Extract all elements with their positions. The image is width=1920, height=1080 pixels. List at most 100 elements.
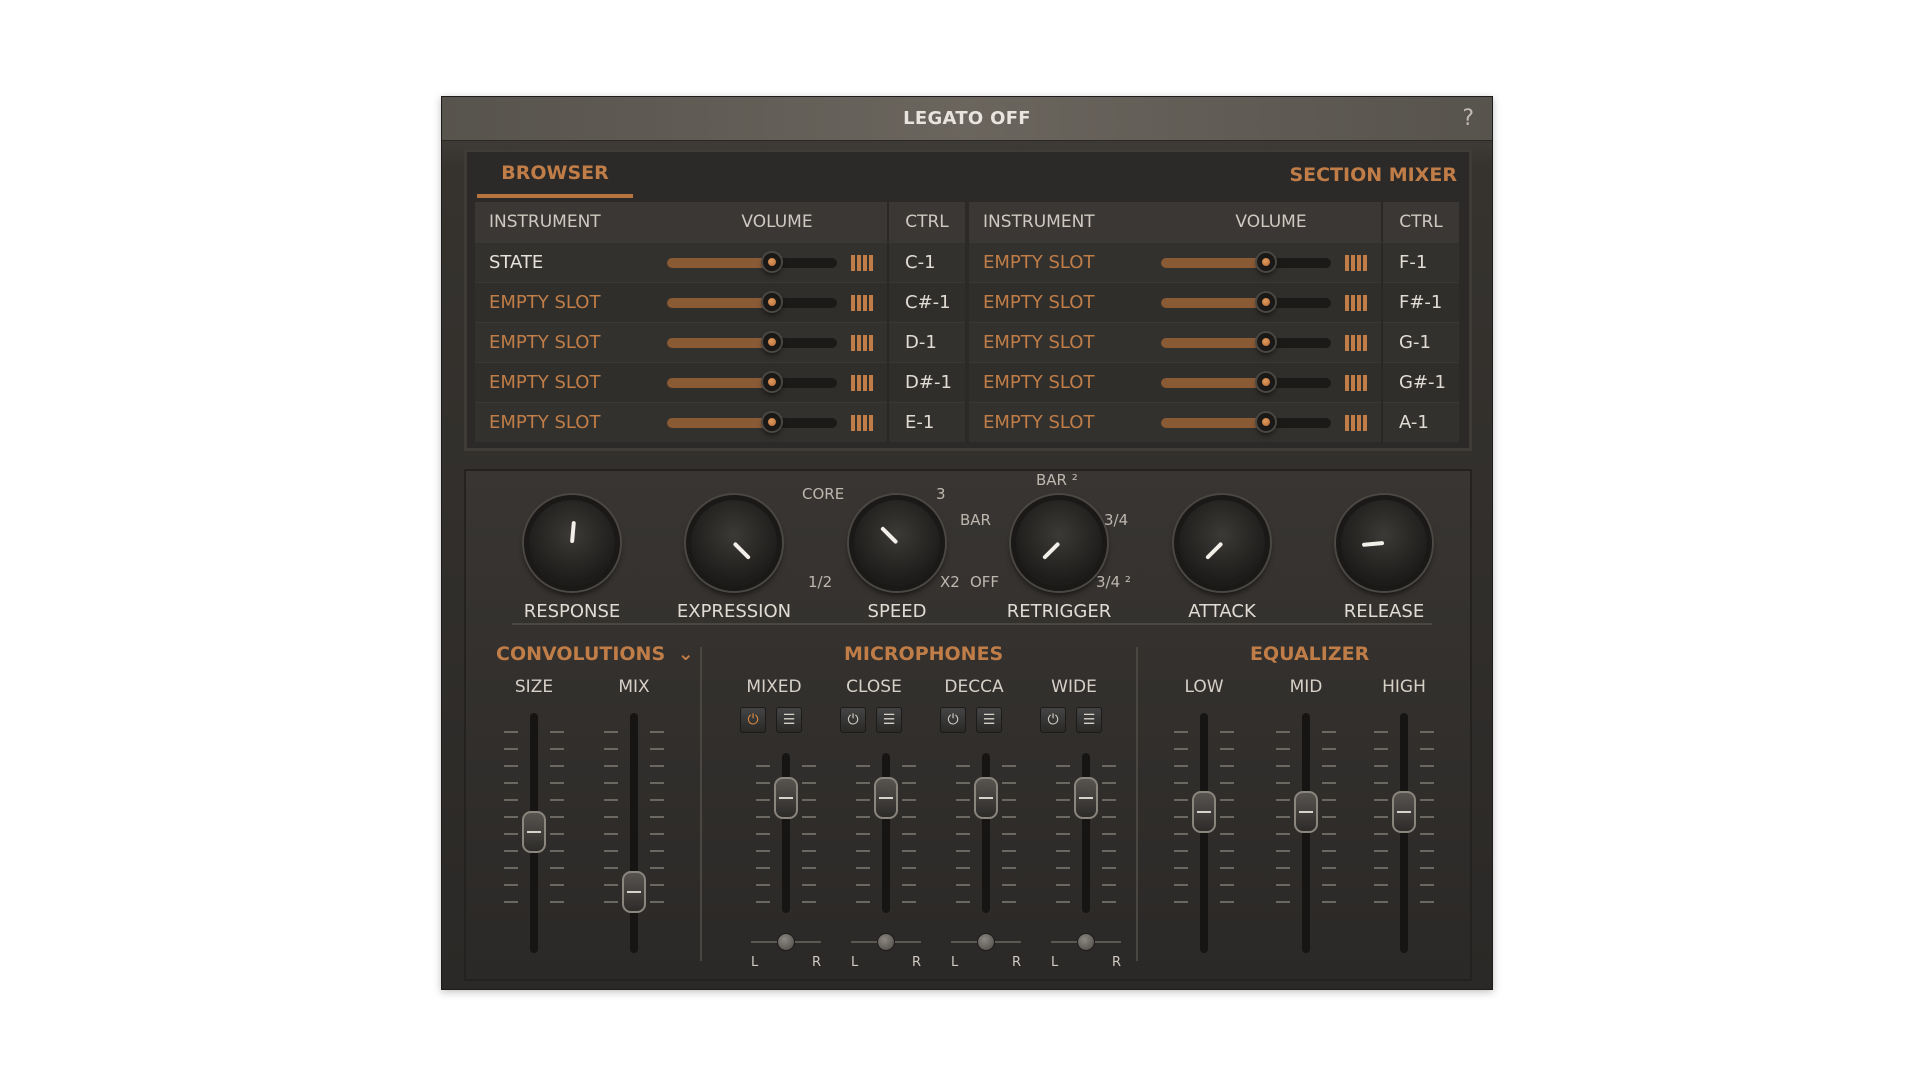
volume-slider[interactable] <box>1161 292 1331 311</box>
mixed-list-button[interactable]: ☰ <box>776 707 802 733</box>
size-fader-handle[interactable] <box>522 811 546 853</box>
ctrl-key[interactable]: G-1 <box>1381 322 1459 363</box>
table-row[interactable]: STATE C-1 <box>475 242 965 283</box>
tab-browser[interactable]: BROWSER <box>477 152 633 198</box>
instrument-name[interactable]: EMPTY SLOT <box>475 372 667 393</box>
volume-slider-handle[interactable] <box>763 372 782 391</box>
instrument-name[interactable]: EMPTY SLOT <box>475 332 667 353</box>
keyboard-icon[interactable] <box>851 414 873 431</box>
expression-knob[interactable] <box>686 495 782 591</box>
decca-power-button[interactable]: ⏻ <box>940 707 966 733</box>
ctrl-key[interactable]: E-1 <box>887 402 965 443</box>
eq-high-fader-handle[interactable] <box>1392 791 1416 833</box>
volume-slider-handle[interactable] <box>1257 292 1276 311</box>
volume-slider-handle[interactable] <box>1257 412 1276 431</box>
keyboard-icon[interactable] <box>851 254 873 271</box>
pan-handle[interactable] <box>977 933 995 951</box>
retrigger-knob[interactable] <box>1011 495 1107 591</box>
wide-fader[interactable] <box>1056 753 1116 913</box>
ctrl-key[interactable]: D-1 <box>887 322 965 363</box>
convolutions-dropdown[interactable]: CONVOLUTIONS ⌄ <box>496 643 694 665</box>
table-row[interactable]: EMPTY SLOT G-1 <box>969 322 1459 363</box>
table-row[interactable]: EMPTY SLOT E-1 <box>475 402 965 443</box>
table-row[interactable]: EMPTY SLOT F#-1 <box>969 282 1459 323</box>
eq-mid-fader-handle[interactable] <box>1294 791 1318 833</box>
volume-slider[interactable] <box>1161 332 1331 351</box>
volume-slider-handle[interactable] <box>763 412 782 431</box>
close-power-button[interactable]: ⏻ <box>840 707 866 733</box>
ctrl-key[interactable]: D#-1 <box>887 362 965 403</box>
volume-slider[interactable] <box>667 372 837 391</box>
mixed-fader[interactable] <box>756 753 816 913</box>
size-fader[interactable] <box>504 713 564 953</box>
keyboard-icon[interactable] <box>851 374 873 391</box>
decca-fader-handle[interactable] <box>974 777 998 819</box>
wide-fader-handle[interactable] <box>1074 777 1098 819</box>
volume-slider[interactable] <box>667 252 837 271</box>
attack-knob[interactable] <box>1174 495 1270 591</box>
keyboard-icon[interactable] <box>1345 414 1367 431</box>
mix-fader-handle[interactable] <box>622 871 646 913</box>
keyboard-icon[interactable] <box>1345 254 1367 271</box>
volume-slider-handle[interactable] <box>763 252 782 271</box>
response-knob[interactable] <box>524 495 620 591</box>
ctrl-key[interactable]: C-1 <box>887 242 965 283</box>
keyboard-icon[interactable] <box>851 334 873 351</box>
instrument-name[interactable]: EMPTY SLOT <box>475 412 667 433</box>
wide-pan-slider[interactable]: LR <box>1051 931 1121 971</box>
instrument-name[interactable]: EMPTY SLOT <box>969 332 1161 353</box>
instrument-name[interactable]: STATE <box>475 252 667 273</box>
tab-section-mixer[interactable]: SECTION MIXER <box>1289 152 1457 198</box>
decca-list-button[interactable]: ☰ <box>976 707 1002 733</box>
keyboard-icon[interactable] <box>1345 334 1367 351</box>
ctrl-key[interactable]: A-1 <box>1381 402 1459 443</box>
keyboard-icon[interactable] <box>851 294 873 311</box>
ctrl-key[interactable]: F#-1 <box>1381 282 1459 323</box>
volume-slider[interactable] <box>667 332 837 351</box>
pan-handle[interactable] <box>877 933 895 951</box>
close-pan-slider[interactable]: LR <box>851 931 921 971</box>
volume-slider-handle[interactable] <box>1257 252 1276 271</box>
speed-knob[interactable] <box>849 495 945 591</box>
volume-slider[interactable] <box>667 412 837 431</box>
volume-slider-handle[interactable] <box>763 332 782 351</box>
release-knob[interactable] <box>1336 495 1432 591</box>
pan-handle[interactable] <box>777 933 795 951</box>
keyboard-icon[interactable] <box>1345 294 1367 311</box>
instrument-name[interactable]: EMPTY SLOT <box>969 372 1161 393</box>
table-row[interactable]: EMPTY SLOT G#-1 <box>969 362 1459 403</box>
ctrl-key[interactable]: G#-1 <box>1381 362 1459 403</box>
wide-power-button[interactable]: ⏻ <box>1040 707 1066 733</box>
wide-list-button[interactable]: ☰ <box>1076 707 1102 733</box>
volume-slider-handle[interactable] <box>1257 372 1276 391</box>
mixed-fader-handle[interactable] <box>774 777 798 819</box>
mixed-pan-slider[interactable]: LR <box>751 931 821 971</box>
volume-slider[interactable] <box>1161 412 1331 431</box>
help-button[interactable]: ? <box>1462 106 1474 131</box>
eq-low-fader[interactable] <box>1174 713 1234 953</box>
volume-slider[interactable] <box>1161 372 1331 391</box>
volume-slider-handle[interactable] <box>1257 332 1276 351</box>
instrument-name[interactable]: EMPTY SLOT <box>969 412 1161 433</box>
ctrl-key[interactable]: C#-1 <box>887 282 965 323</box>
eq-mid-fader[interactable] <box>1276 713 1336 953</box>
keyboard-icon[interactable] <box>1345 374 1367 391</box>
close-list-button[interactable]: ☰ <box>876 707 902 733</box>
eq-high-fader[interactable] <box>1374 713 1434 953</box>
decca-pan-slider[interactable]: LR <box>951 931 1021 971</box>
table-row[interactable]: EMPTY SLOT D-1 <box>475 322 965 363</box>
table-row[interactable]: EMPTY SLOT A-1 <box>969 402 1459 443</box>
instrument-name[interactable]: EMPTY SLOT <box>969 292 1161 313</box>
instrument-name[interactable]: EMPTY SLOT <box>475 292 667 313</box>
table-row[interactable]: EMPTY SLOT F-1 <box>969 242 1459 283</box>
table-row[interactable]: EMPTY SLOT D#-1 <box>475 362 965 403</box>
volume-slider[interactable] <box>667 292 837 311</box>
pan-handle[interactable] <box>1077 933 1095 951</box>
volume-slider[interactable] <box>1161 252 1331 271</box>
close-fader-handle[interactable] <box>874 777 898 819</box>
ctrl-key[interactable]: F-1 <box>1381 242 1459 283</box>
instrument-name[interactable]: EMPTY SLOT <box>969 252 1161 273</box>
table-row[interactable]: EMPTY SLOT C#-1 <box>475 282 965 323</box>
mix-fader[interactable] <box>604 713 664 953</box>
close-fader[interactable] <box>856 753 916 913</box>
